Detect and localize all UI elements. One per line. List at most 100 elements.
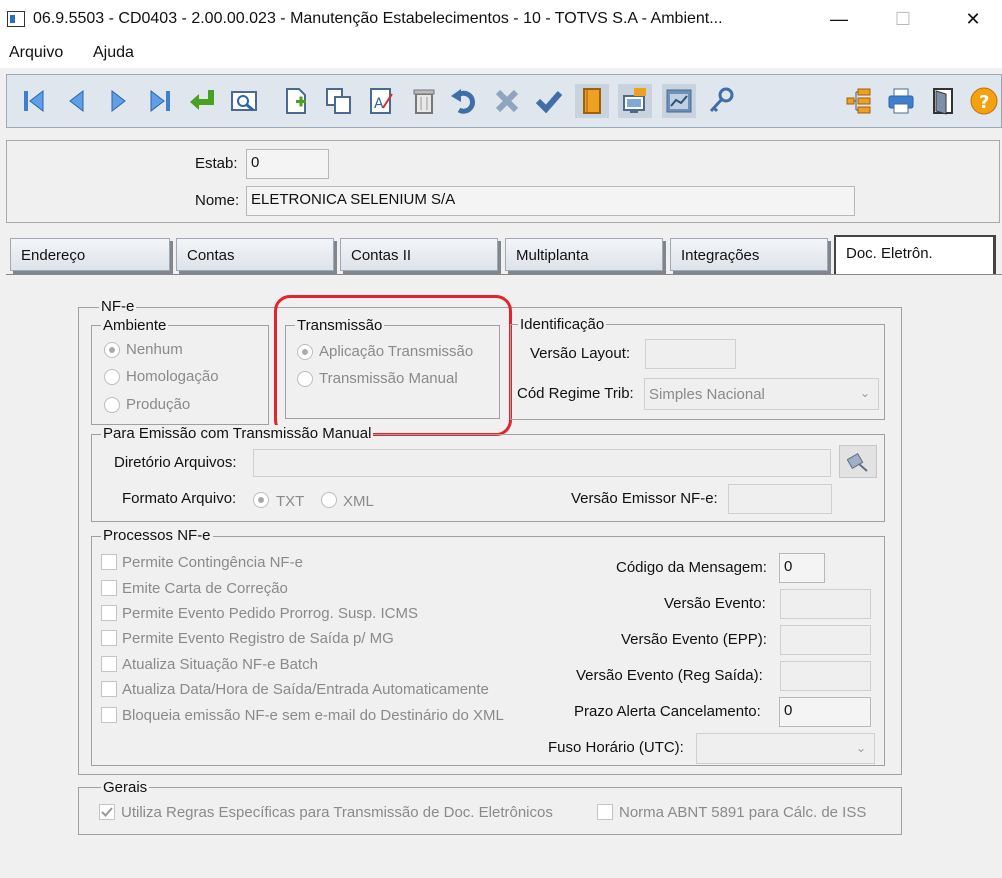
radio-xml-label: XML — [343, 493, 374, 510]
last-icon[interactable] — [143, 84, 177, 118]
checkbox-bloqueia-email[interactable] — [101, 707, 117, 723]
checkbox-contingencia-label: Permite Contingência NF-e — [122, 554, 303, 571]
tree-icon[interactable] — [842, 84, 876, 118]
versao-evento-saida-field[interactable] — [780, 661, 871, 691]
chevron-down-icon: ⌄ — [859, 386, 870, 400]
identificacao-title: Identificação — [518, 316, 607, 333]
folder-search-icon — [847, 452, 868, 472]
menu-bar: Arquivo Ajuda — [0, 40, 1002, 68]
help-icon[interactable]: ? — [967, 84, 1001, 118]
versao-evento-epp-label: Versão Evento (EPP): — [621, 631, 767, 648]
undo-icon[interactable] — [447, 84, 481, 118]
maximize-button[interactable]: ☐ — [880, 0, 926, 40]
toolbar: A ? — [6, 74, 1002, 128]
monitor-icon[interactable] — [618, 84, 652, 118]
codigo-msg-field[interactable]: 0 — [779, 553, 825, 583]
checkbox-situacao-batch-label: Atualiza Situação NF-e Batch — [122, 656, 318, 673]
browse-button[interactable] — [839, 445, 877, 478]
add-icon[interactable] — [279, 84, 313, 118]
codigo-msg-label: Código da Mensagem: — [616, 559, 767, 576]
checkbox-regras-especificas[interactable] — [99, 804, 115, 820]
checkbox-abnt-label: Norma ABNT 5891 para Cálc. de ISS — [619, 804, 867, 821]
checkbox-situacao-batch[interactable] — [101, 656, 117, 672]
title-bar: 06.9.5503 - CD0403 - 2.00.00.023 - Manut… — [0, 0, 1002, 40]
versao-evento-label: Versão Evento: — [664, 595, 766, 612]
checkbox-bloqueia-email-label: Bloqueia emissão NF-e sem e-mail do Dest… — [122, 707, 504, 724]
checkbox-abnt[interactable] — [597, 804, 613, 820]
checkbox-prorrog-icms[interactable] — [101, 605, 117, 621]
checkbox-data-hora-label: Atualiza Data/Hora de Saída/Entrada Auto… — [122, 681, 489, 698]
ambiente-title: Ambiente — [101, 317, 169, 334]
search-icon[interactable] — [227, 84, 261, 118]
versao-evento-field[interactable] — [780, 589, 871, 619]
menu-ajuda[interactable]: Ajuda — [93, 44, 134, 62]
estab-field[interactable]: 0 — [246, 149, 329, 179]
versao-layout-field[interactable] — [645, 339, 736, 369]
edit-icon[interactable]: A — [364, 84, 398, 118]
minimize-button[interactable]: — — [816, 0, 862, 40]
checkmark-icon — [101, 807, 113, 817]
checkbox-contingencia[interactable] — [101, 554, 117, 570]
key-icon[interactable] — [704, 84, 738, 118]
radio-txt[interactable] — [253, 492, 269, 508]
checkbox-data-hora[interactable] — [101, 681, 117, 697]
diretorio-label: Diretório Arquivos: — [114, 454, 237, 471]
diretorio-field[interactable] — [253, 449, 831, 477]
versao-emissor-label: Versão Emissor NF-e: — [571, 490, 718, 507]
checkbox-registro-saida[interactable] — [101, 630, 117, 646]
manual-title: Para Emissão com Transmissão Manual — [101, 425, 374, 442]
gerais-title: Gerais — [101, 779, 150, 796]
svg-text:?: ? — [979, 92, 989, 113]
window-title: 06.9.5503 - CD0403 - 2.00.00.023 - Manut… — [33, 10, 723, 27]
tab-endereco[interactable]: Endereço — [10, 238, 170, 271]
tab-integracoes[interactable]: Integrações — [670, 238, 828, 271]
radio-nenhum-label: Nenhum — [126, 341, 183, 358]
prazo-label: Prazo Alerta Cancelamento: — [574, 703, 761, 720]
versao-emissor-field[interactable] — [728, 484, 832, 514]
nome-label: Nome: — [195, 192, 240, 209]
checkbox-regras-especificas-label: Utiliza Regras Específicas para Transmis… — [121, 804, 553, 821]
versao-evento-epp-field[interactable] — [780, 625, 871, 655]
tab-contas[interactable]: Contas — [176, 238, 334, 271]
radio-nenhum[interactable] — [104, 342, 120, 358]
delete-icon[interactable] — [407, 84, 441, 118]
chevron-down-icon: ⌄ — [855, 741, 866, 755]
checkbox-carta-correcao-label: Emite Carta de Correção — [122, 580, 288, 597]
processos-title: Processos NF-e — [101, 527, 213, 544]
regime-label: Cód Regime Trib: — [517, 385, 634, 402]
exit-icon[interactable] — [926, 84, 960, 118]
radio-producao[interactable] — [104, 397, 120, 413]
highlight-box — [274, 295, 512, 436]
first-icon[interactable] — [17, 84, 51, 118]
tab-contas-ii[interactable]: Contas II — [340, 238, 498, 271]
versao-evento-saida-label: Versão Evento (Reg Saída): — [576, 667, 763, 684]
prev-icon[interactable] — [59, 84, 93, 118]
checkbox-carta-correcao[interactable] — [101, 580, 117, 596]
goto-icon[interactable] — [185, 84, 219, 118]
tab-doc-eletron[interactable]: Doc. Eletrôn. — [834, 235, 996, 275]
next-icon[interactable] — [102, 84, 136, 118]
nome-field[interactable]: ELETRONICA SELENIUM S/A — [246, 186, 855, 216]
svg-text:A: A — [374, 96, 384, 112]
print-icon[interactable] — [884, 84, 918, 118]
close-button[interactable]: ✕ — [950, 0, 996, 40]
menu-arquivo[interactable]: Arquivo — [9, 44, 63, 62]
regime-value: Simples Nacional — [649, 386, 765, 403]
checkbox-registro-saida-label: Permite Evento Registro de Saída p/ MG — [122, 630, 394, 647]
fuso-label: Fuso Horário (UTC): — [548, 739, 684, 756]
radio-xml[interactable] — [321, 492, 337, 508]
radio-producao-label: Produção — [126, 396, 191, 413]
cancel-icon[interactable] — [490, 84, 524, 118]
save-icon[interactable] — [532, 84, 566, 118]
nfe-group-title: NF-e — [99, 298, 137, 315]
tab-multiplanta[interactable]: Multiplanta — [505, 238, 663, 271]
radio-homologacao[interactable] — [104, 369, 120, 385]
prazo-field[interactable]: 0 — [779, 697, 871, 727]
fuso-select[interactable]: ⌄ — [696, 733, 875, 764]
checkbox-prorrog-icms-label: Permite Evento Pedido Prorrog. Susp. ICM… — [122, 605, 418, 622]
regime-select[interactable]: Simples Nacional ⌄ — [644, 378, 879, 410]
book-icon[interactable] — [575, 84, 609, 118]
report-icon[interactable] — [662, 84, 696, 118]
copy-icon[interactable] — [322, 84, 356, 118]
formato-label: Formato Arquivo: — [122, 490, 237, 507]
